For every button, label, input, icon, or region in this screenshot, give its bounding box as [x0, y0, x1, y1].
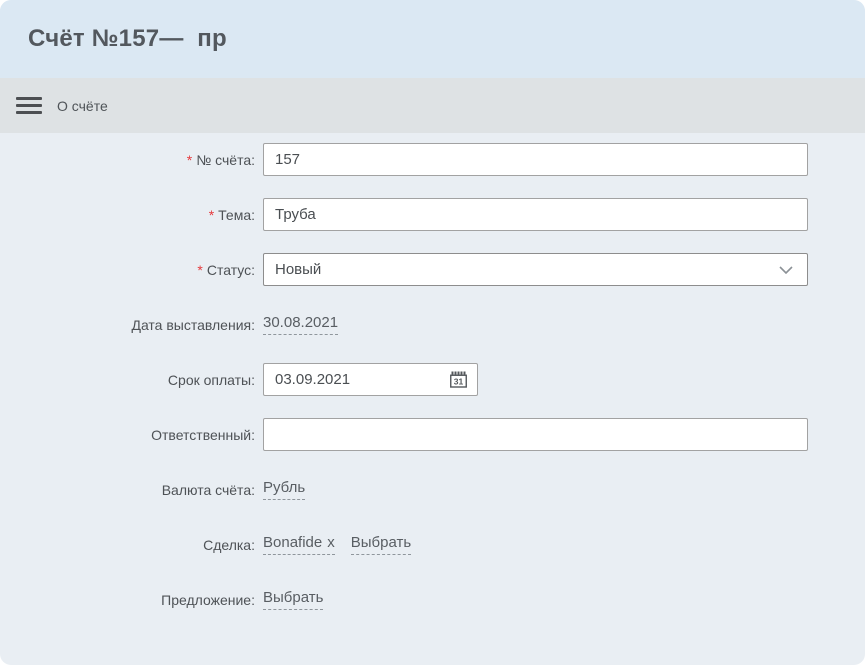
issue-date-label: Дата выставления: — [0, 317, 255, 333]
invoice-number-label: *№ счёта: — [0, 152, 255, 168]
card-header: Счёт №157— пр — [0, 0, 865, 78]
deal-choose-link[interactable]: Выбрать — [351, 534, 411, 555]
invoice-number-input[interactable] — [263, 143, 808, 176]
required-marker: * — [187, 152, 192, 168]
responsible-input[interactable] — [263, 418, 808, 451]
field-row-quote: Предложение: Выбрать — [0, 583, 865, 616]
required-marker: * — [209, 207, 214, 223]
status-label: *Статус: — [0, 262, 255, 278]
issue-date-link[interactable]: 30.08.2021 — [263, 314, 338, 335]
topic-label: *Тема: — [0, 207, 255, 223]
deal-label: Сделка: — [0, 537, 255, 553]
svg-text:31: 31 — [454, 377, 464, 387]
required-marker: * — [197, 262, 202, 278]
deal-remove-icon[interactable]: x — [327, 534, 335, 551]
calendar-icon[interactable]: 31 — [450, 371, 467, 388]
field-row-issue-date: Дата выставления: 30.08.2021 — [0, 308, 865, 341]
due-date-input[interactable] — [264, 365, 414, 394]
invoice-card: Счёт №157— пр О счёте *№ счёта: *Тема: *… — [0, 0, 865, 665]
tab-about-invoice[interactable]: О счёте — [57, 98, 108, 114]
field-row-responsible: Ответственный: — [0, 418, 865, 451]
tab-bar: О счёте — [0, 78, 865, 133]
field-row-currency: Валюта счёта: Рубль — [0, 473, 865, 506]
field-row-invoice-number: *№ счёта: — [0, 143, 865, 176]
field-row-topic: *Тема: — [0, 198, 865, 231]
currency-label: Валюта счёта: — [0, 482, 255, 498]
invoice-form: *№ счёта: *Тема: *Статус: Новый — [0, 133, 865, 616]
field-row-due-date: Срок оплаты: — [0, 363, 865, 396]
field-row-status: *Статус: Новый — [0, 253, 865, 286]
deal-name: Bonafide — [263, 534, 322, 551]
quote-label: Предложение: — [0, 592, 255, 608]
quote-choose-link[interactable]: Выбрать — [263, 589, 323, 610]
page-title: Счёт №157— пр — [28, 25, 227, 53]
field-row-deal: Сделка: Bonafide x Выбрать — [0, 528, 865, 561]
due-date-box: 31 — [263, 363, 478, 396]
responsible-label: Ответственный: — [0, 427, 255, 443]
topic-input[interactable] — [263, 198, 808, 231]
chevron-down-icon — [779, 266, 793, 274]
hamburger-menu-icon[interactable] — [16, 95, 42, 116]
status-select[interactable]: Новый — [263, 253, 808, 286]
due-date-label: Срок оплаты: — [0, 372, 255, 388]
status-selected-value: Новый — [275, 261, 321, 278]
currency-link[interactable]: Рубль — [263, 479, 305, 500]
deal-selected-link[interactable]: Bonafide x — [263, 534, 335, 555]
